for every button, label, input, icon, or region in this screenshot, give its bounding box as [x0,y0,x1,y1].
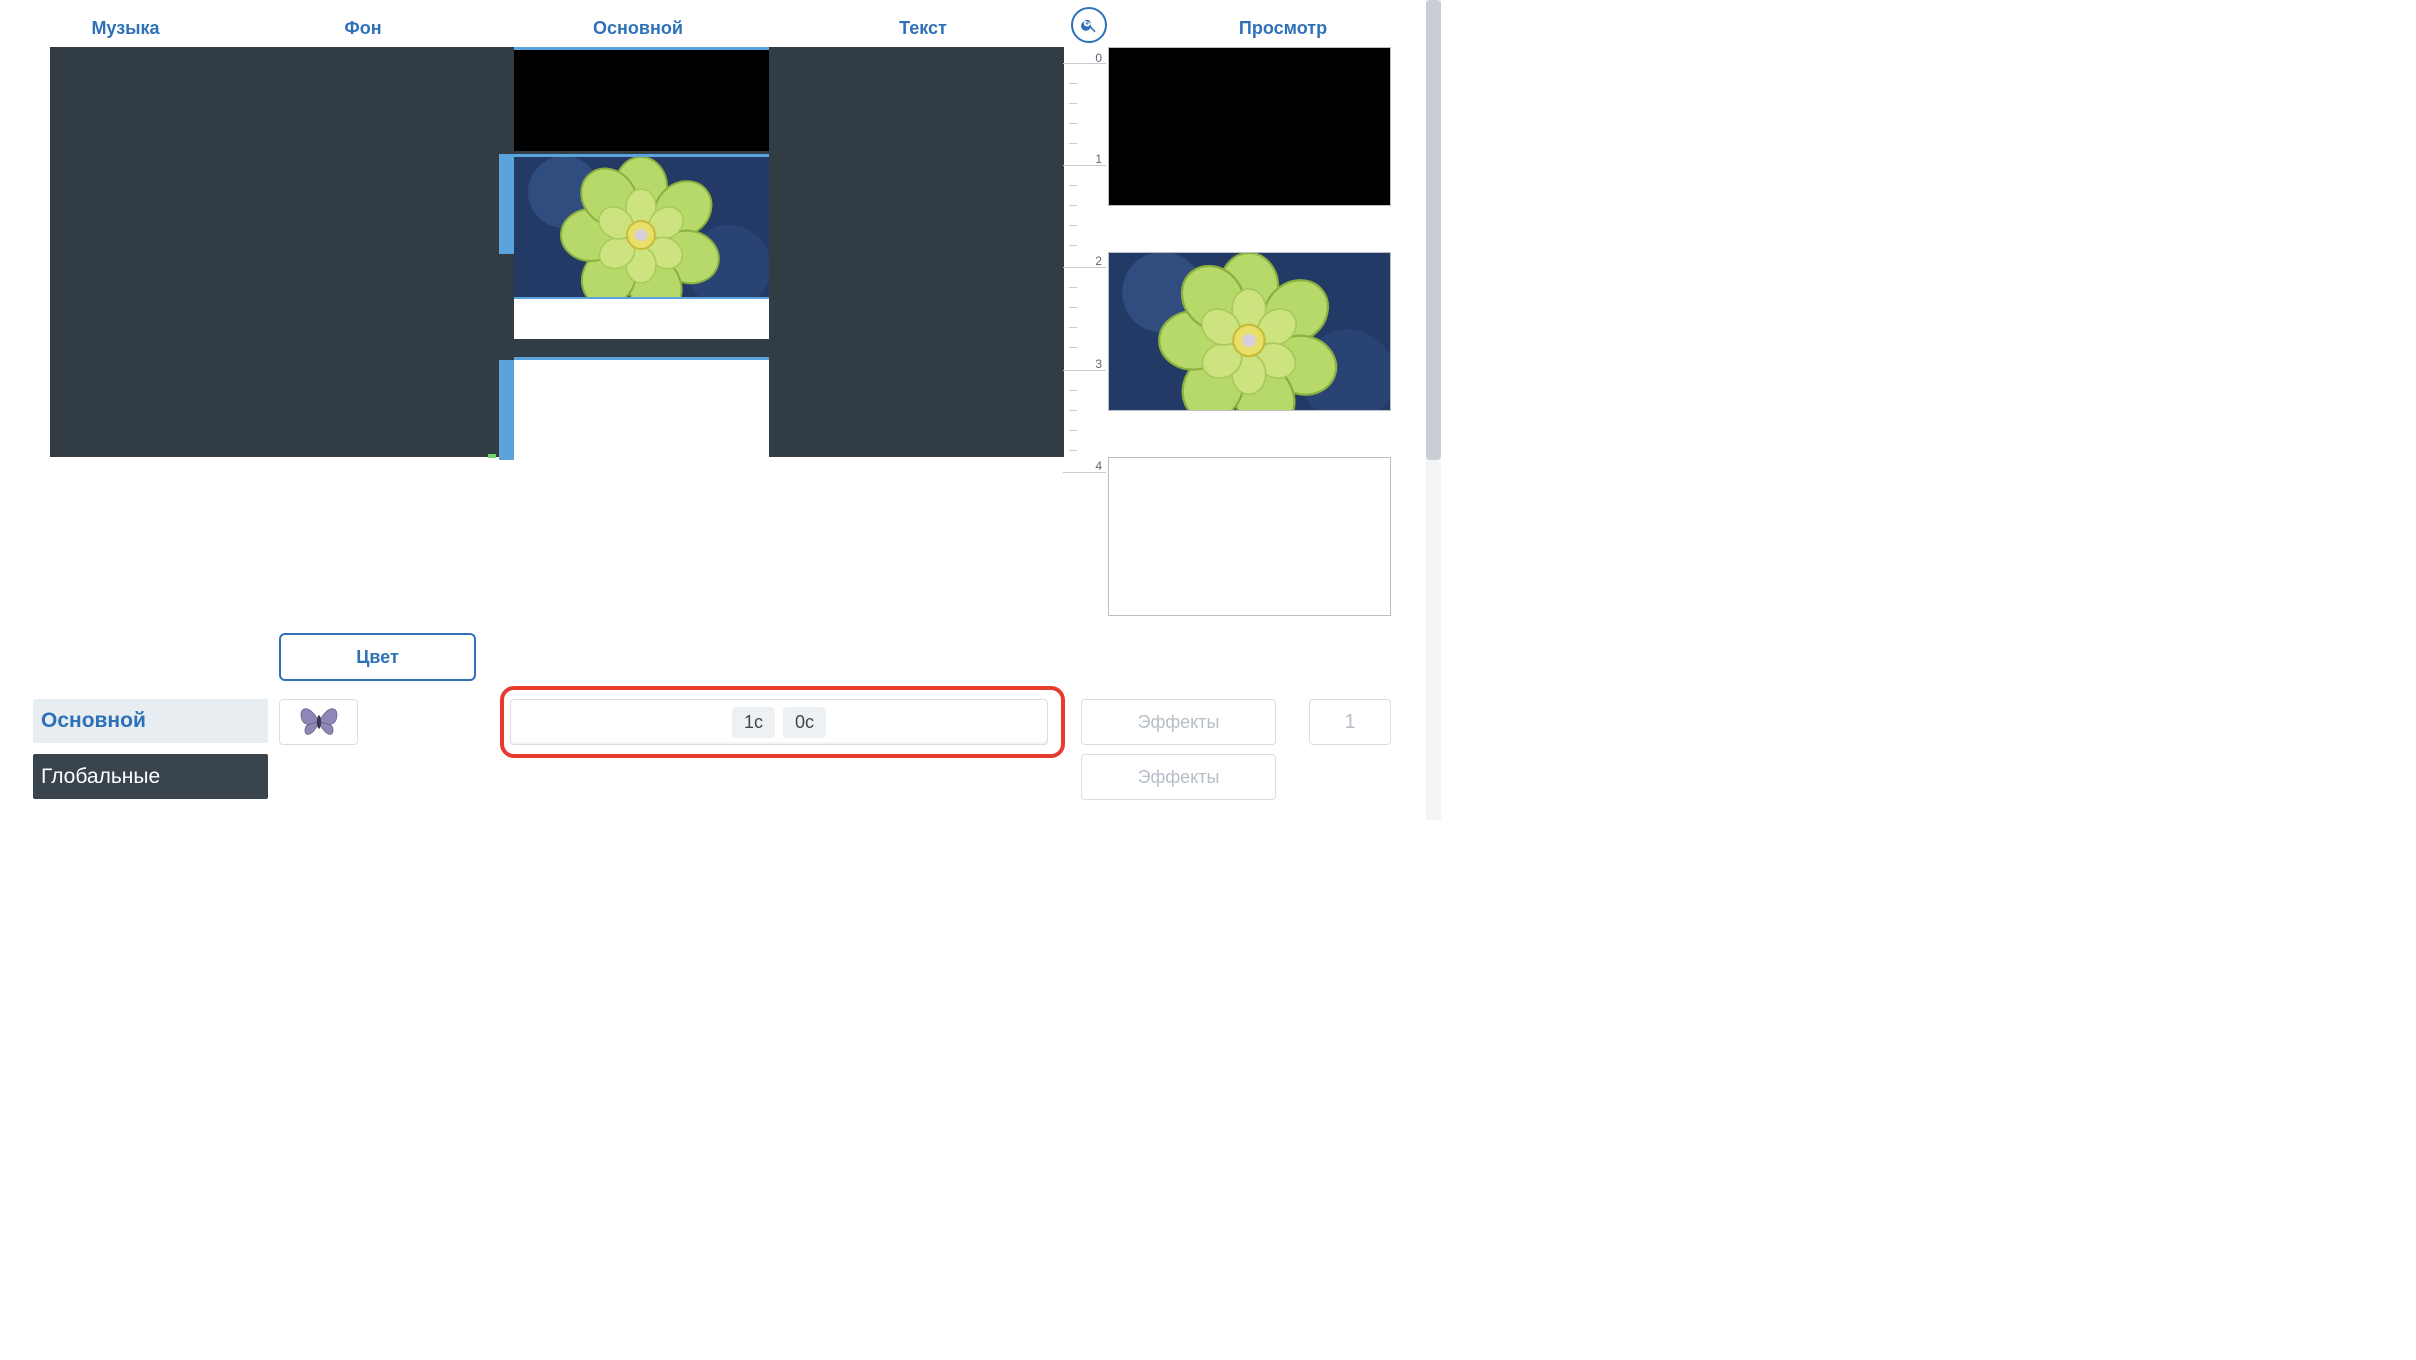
ruler-label: 3 [1095,357,1102,371]
effects-button-top[interactable]: Эффекты [1081,699,1276,745]
zoom-in-icon [1080,16,1098,34]
tab-music[interactable]: Музыка [33,10,218,46]
slide-flower[interactable] [514,154,769,339]
slide-handle[interactable] [499,154,514,254]
ruler-label: 4 [1095,459,1102,473]
duration-chip-2[interactable]: 0с [783,707,826,738]
slide-black[interactable] [514,47,769,151]
editor-stage[interactable] [50,47,1064,457]
tab-main[interactable]: Основной [508,10,768,46]
tab-view[interactable]: Просмотр [1168,10,1398,46]
duration-chip-1[interactable]: 1с [732,707,775,738]
thumbnail-black[interactable] [1108,47,1391,206]
butterfly-icon [297,703,341,741]
effects-button-bottom[interactable]: Эффекты [1081,754,1276,800]
slide-flower-caption-area [514,299,769,339]
slide-blank[interactable] [514,357,769,460]
center-slides-column [514,47,769,457]
tab-text[interactable]: Текст [768,10,1078,46]
scrollbar-thumb[interactable] [1426,0,1441,460]
butterfly-preset[interactable] [279,699,358,745]
tab-background[interactable]: Фон [218,10,508,46]
duration-segment[interactable]: 1с 0с [510,699,1048,745]
ruler-label: 1 [1095,152,1102,166]
timeline-marker [488,454,496,458]
top-tabs: Музыка Фон Основной Текст Просмотр [33,10,1421,46]
scrollbar-track[interactable] [1426,0,1441,820]
ruler-label: 2 [1095,254,1102,268]
category-main[interactable]: Основной [33,699,268,743]
thumbnail-white[interactable] [1108,457,1391,616]
slide-handle[interactable] [499,360,514,460]
flower-artwork [514,154,769,300]
zoom-in-button[interactable] [1071,7,1107,43]
category-global[interactable]: Глобальные [33,754,268,799]
color-button[interactable]: Цвет [279,633,476,681]
lower-panel: Цвет Основной Глобальные 1с 0с Эффекты Э… [0,630,1441,820]
effects-count[interactable]: 1 [1309,699,1391,745]
thumbnail-flower[interactable] [1108,252,1391,411]
